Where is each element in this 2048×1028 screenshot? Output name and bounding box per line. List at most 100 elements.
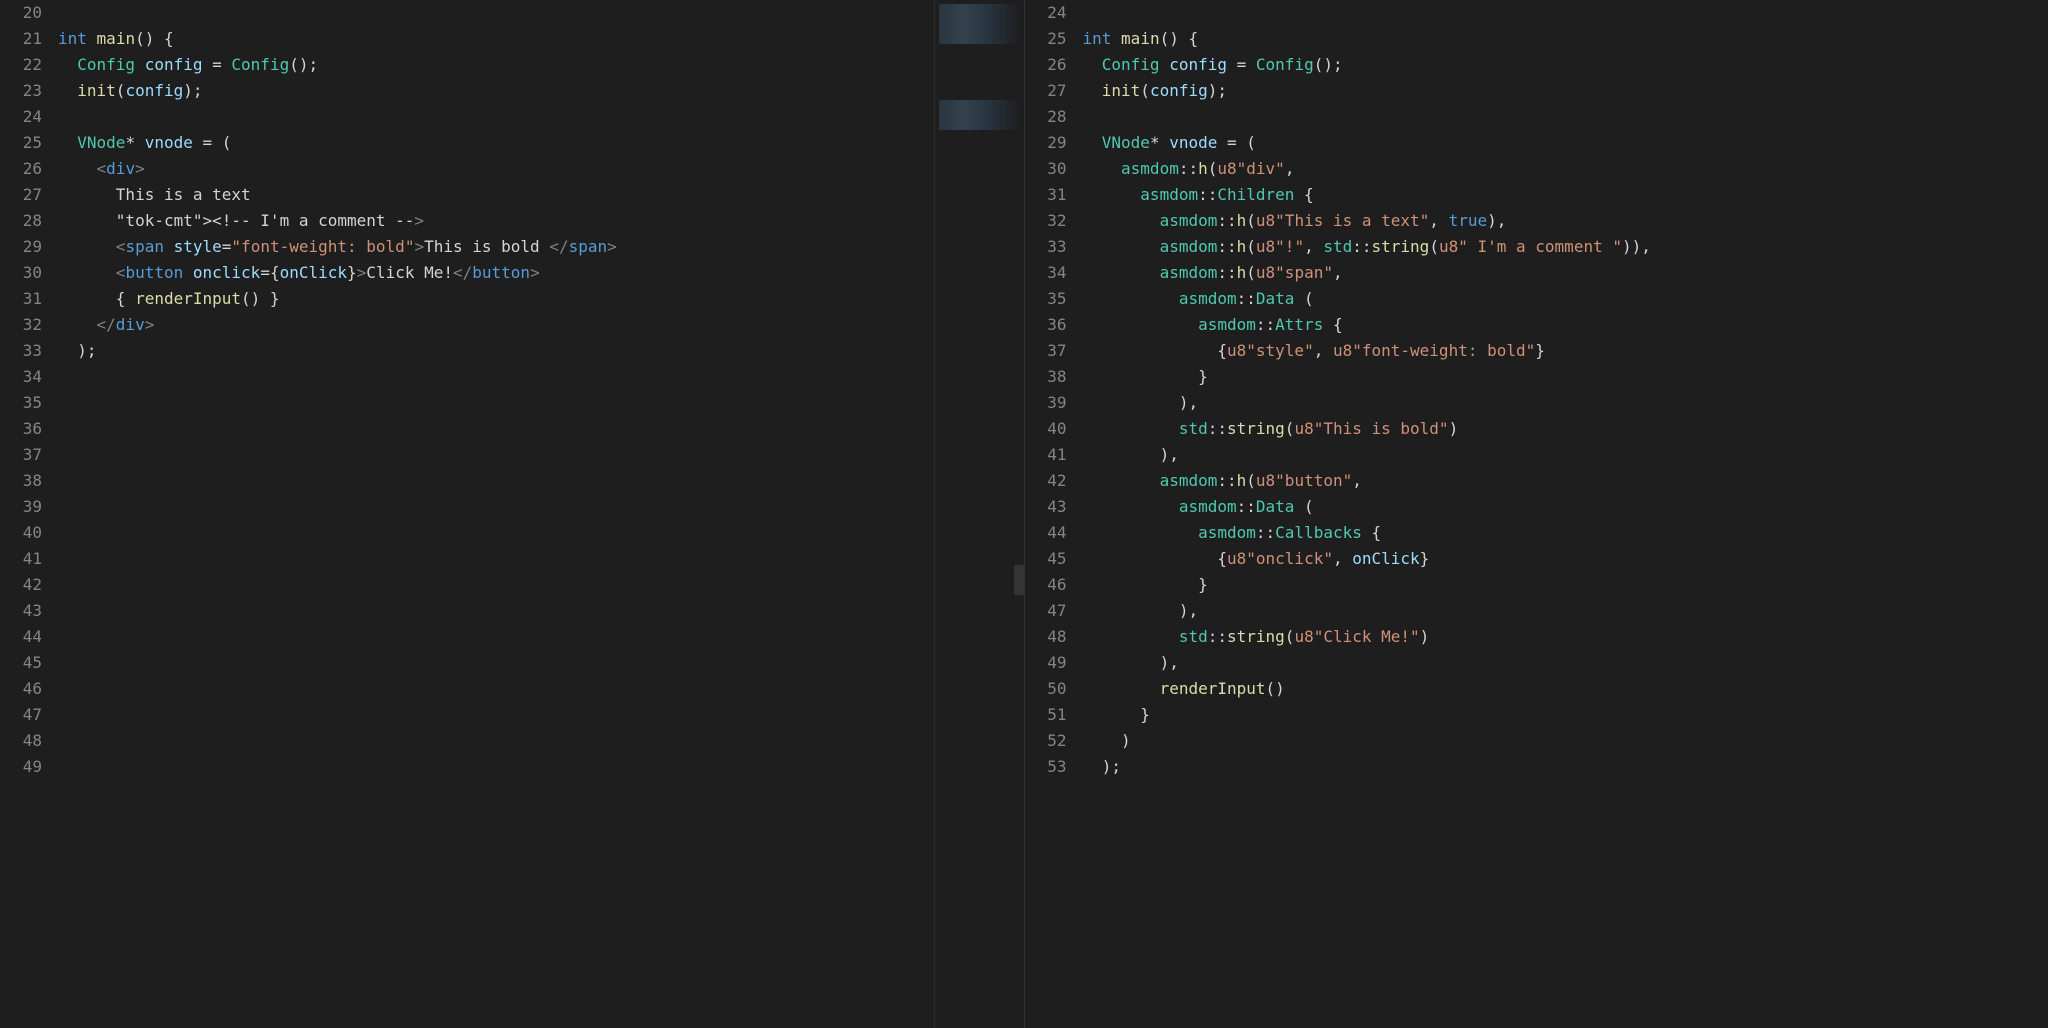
code-line[interactable] — [58, 442, 1024, 468]
code-line[interactable]: asmdom::h(u8"div", — [1083, 156, 2048, 182]
code-line[interactable]: ), — [1083, 390, 2048, 416]
code-line[interactable] — [58, 624, 1024, 650]
line-number: 34 — [0, 364, 42, 390]
left-minimap[interactable] — [934, 0, 1024, 1028]
line-number: 30 — [1025, 156, 1067, 182]
code-line[interactable]: asmdom::Attrs { — [1083, 312, 2048, 338]
line-number: 47 — [1025, 598, 1067, 624]
line-number: 51 — [1025, 702, 1067, 728]
left-editor-pane: 2021222324252627282930313233343536373839… — [0, 0, 1025, 1028]
line-number: 38 — [1025, 364, 1067, 390]
line-number: 27 — [0, 182, 42, 208]
code-line[interactable] — [58, 390, 1024, 416]
code-line[interactable]: VNode* vnode = ( — [1083, 130, 2048, 156]
line-number: 48 — [0, 728, 42, 754]
code-line[interactable]: ), — [1083, 598, 2048, 624]
line-number: 48 — [1025, 624, 1067, 650]
code-line[interactable]: "tok-cmt"><!-- I'm a comment --> — [58, 208, 1024, 234]
code-line[interactable]: <div> — [58, 156, 1024, 182]
code-line[interactable]: Config config = Config(); — [1083, 52, 2048, 78]
code-line[interactable] — [58, 572, 1024, 598]
line-number: 45 — [0, 650, 42, 676]
line-number: 25 — [1025, 26, 1067, 52]
code-line[interactable]: </div> — [58, 312, 1024, 338]
code-line[interactable]: } — [1083, 364, 2048, 390]
code-line[interactable] — [58, 650, 1024, 676]
line-number: 29 — [0, 234, 42, 260]
code-line[interactable] — [58, 754, 1024, 780]
line-number: 26 — [0, 156, 42, 182]
code-line[interactable] — [58, 676, 1024, 702]
line-number: 23 — [0, 78, 42, 104]
code-line[interactable]: <button onclick={onClick}>Click Me!</but… — [58, 260, 1024, 286]
code-line[interactable]: } — [1083, 702, 2048, 728]
code-line[interactable]: asmdom::h(u8"span", — [1083, 260, 2048, 286]
code-line[interactable]: ), — [1083, 442, 2048, 468]
code-line[interactable]: asmdom::h(u8"!", std::string(u8" I'm a c… — [1083, 234, 2048, 260]
code-line[interactable]: ), — [1083, 650, 2048, 676]
code-line[interactable] — [1083, 104, 2048, 130]
code-line[interactable]: ); — [58, 338, 1024, 364]
code-line[interactable] — [58, 468, 1024, 494]
code-line[interactable]: ); — [1083, 754, 2048, 780]
line-number: 32 — [1025, 208, 1067, 234]
line-number: 46 — [0, 676, 42, 702]
code-line[interactable]: { renderInput() } — [58, 286, 1024, 312]
code-line[interactable] — [58, 416, 1024, 442]
code-line[interactable]: VNode* vnode = ( — [58, 130, 1024, 156]
line-number: 40 — [1025, 416, 1067, 442]
code-line[interactable]: This is a text — [58, 182, 1024, 208]
code-line[interactable]: asmdom::Callbacks { — [1083, 520, 2048, 546]
code-line[interactable]: <span style="font-weight: bold">This is … — [58, 234, 1024, 260]
code-line[interactable]: asmdom::h(u8"This is a text", true), — [1083, 208, 2048, 234]
right-editor-pane: 2425262728293031323334353637383940414243… — [1025, 0, 2048, 1028]
code-line[interactable]: asmdom::h(u8"button", — [1083, 468, 2048, 494]
left-scrollbar[interactable] — [1014, 565, 1024, 595]
code-line[interactable]: int main() { — [58, 26, 1024, 52]
line-number: 25 — [0, 130, 42, 156]
code-line[interactable] — [1083, 0, 2048, 26]
code-line[interactable]: std::string(u8"Click Me!") — [1083, 624, 2048, 650]
left-code-area[interactable]: int main() { Config config = Config(); i… — [58, 0, 1024, 1028]
code-line[interactable]: renderInput() — [1083, 676, 2048, 702]
line-number: 38 — [0, 468, 42, 494]
code-line[interactable] — [58, 702, 1024, 728]
code-line[interactable] — [58, 364, 1024, 390]
line-number: 30 — [0, 260, 42, 286]
code-line[interactable] — [58, 546, 1024, 572]
code-line[interactable]: asmdom::Data ( — [1083, 494, 2048, 520]
code-line[interactable] — [58, 494, 1024, 520]
line-number: 41 — [0, 546, 42, 572]
code-line[interactable] — [58, 0, 1024, 26]
code-line[interactable]: init(config); — [1083, 78, 2048, 104]
line-number: 42 — [0, 572, 42, 598]
code-line[interactable]: asmdom::Children { — [1083, 182, 2048, 208]
line-number: 24 — [1025, 0, 1067, 26]
code-line[interactable] — [58, 598, 1024, 624]
line-number: 35 — [0, 390, 42, 416]
line-number: 35 — [1025, 286, 1067, 312]
line-number: 27 — [1025, 78, 1067, 104]
code-line[interactable] — [58, 728, 1024, 754]
line-number: 24 — [0, 104, 42, 130]
code-line[interactable] — [58, 104, 1024, 130]
code-line[interactable]: asmdom::Data ( — [1083, 286, 2048, 312]
line-number: 44 — [0, 624, 42, 650]
code-line[interactable]: int main() { — [1083, 26, 2048, 52]
line-number: 37 — [1025, 338, 1067, 364]
code-line[interactable] — [58, 520, 1024, 546]
line-number: 43 — [0, 598, 42, 624]
code-line[interactable]: Config config = Config(); — [58, 52, 1024, 78]
line-number: 50 — [1025, 676, 1067, 702]
code-line[interactable]: init(config); — [58, 78, 1024, 104]
line-number: 34 — [1025, 260, 1067, 286]
line-number: 31 — [0, 286, 42, 312]
line-number: 21 — [0, 26, 42, 52]
right-code-area[interactable]: int main() { Config config = Config(); i… — [1083, 0, 2048, 1028]
code-line[interactable]: {u8"style", u8"font-weight: bold"} — [1083, 338, 2048, 364]
line-number: 28 — [1025, 104, 1067, 130]
code-line[interactable]: std::string(u8"This is bold") — [1083, 416, 2048, 442]
code-line[interactable]: {u8"onclick", onClick} — [1083, 546, 2048, 572]
code-line[interactable]: } — [1083, 572, 2048, 598]
code-line[interactable]: ) — [1083, 728, 2048, 754]
